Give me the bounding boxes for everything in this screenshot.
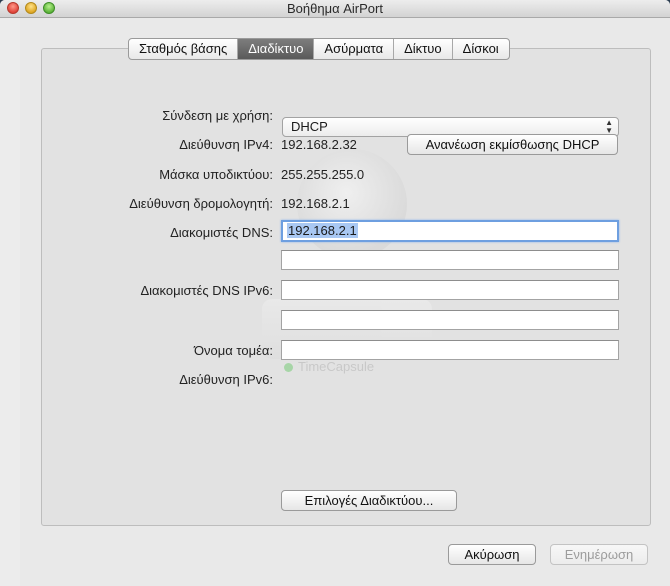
popup-arrows-icon: ▲ ▼ — [605, 118, 613, 135]
subnet-mask-value: 255.255.255.0 — [281, 167, 365, 182]
domain-name-field[interactable] — [281, 340, 619, 360]
router-address-label: Διεύθυνση δρομολογητή: — [129, 196, 273, 211]
window-content: TimeCapsule Σύνδεση με χρήση: DHCP ▲ ▼ Δι… — [20, 18, 670, 586]
cancel-button[interactable]: Ακύρωση — [448, 544, 536, 565]
airport-utility-window: Βοήθημα AirPort TimeCapsule Σύνδεση με χ… — [0, 0, 670, 586]
tab-internet[interactable]: Διαδίκτυο — [237, 39, 314, 59]
tab-network[interactable]: Δίκτυο — [393, 39, 452, 59]
ipv4-address-value: 192.168.2.32 — [281, 137, 357, 152]
settings-panel: TimeCapsule Σύνδεση με χρήση: DHCP ▲ ▼ Δι… — [41, 48, 651, 526]
status-led-icon — [284, 363, 293, 372]
domain-name-label: Όνομα τομέα: — [193, 343, 273, 358]
dns-servers-label: Διακομιστές DNS: — [170, 225, 273, 240]
tab-wireless[interactable]: Ασύρματα — [313, 39, 393, 59]
device-name-watermark: TimeCapsule — [298, 359, 375, 374]
renew-dhcp-lease-button[interactable]: Ανανέωση εκμίσθωσης DHCP — [407, 134, 618, 155]
ipv6-address-label: Διεύθυνση IPv6: — [179, 372, 273, 387]
dns-server-2-field[interactable] — [281, 250, 619, 270]
tab-disks[interactable]: Δίσκοι — [451, 39, 509, 59]
ipv6-dns-server-2-field[interactable] — [281, 310, 619, 330]
window-title: Βοήθημα AirPort — [287, 1, 383, 16]
router-address-value: 192.168.2.1 — [281, 196, 350, 211]
dns-server-1-field[interactable]: 192.168.2.1 — [281, 220, 619, 242]
subnet-mask-label: Μάσκα υποδικτύου: — [159, 167, 273, 182]
title-bar[interactable]: Βοήθημα AirPort — [0, 0, 670, 18]
ipv6-dns-servers-label: Διακομιστές DNS IPv6: — [140, 283, 273, 298]
update-button[interactable]: Ενημέρωση — [550, 544, 648, 565]
connect-using-label: Σύνδεση με χρήση: — [162, 108, 273, 123]
ipv6-dns-server-1-field[interactable] — [281, 280, 619, 300]
internet-options-button[interactable]: Επιλογές Διαδικτύου... — [281, 490, 457, 511]
tab-base-station[interactable]: Σταθμός βάσης — [129, 39, 237, 59]
connect-using-value: DHCP — [291, 119, 328, 134]
ipv4-address-label: Διεύθυνση IPv4: — [179, 137, 273, 152]
tab-bar: Σταθμός βάσης Διαδίκτυο Ασύρματα Δίκτυο … — [128, 38, 510, 60]
dns-server-1-value: 192.168.2.1 — [287, 223, 358, 238]
